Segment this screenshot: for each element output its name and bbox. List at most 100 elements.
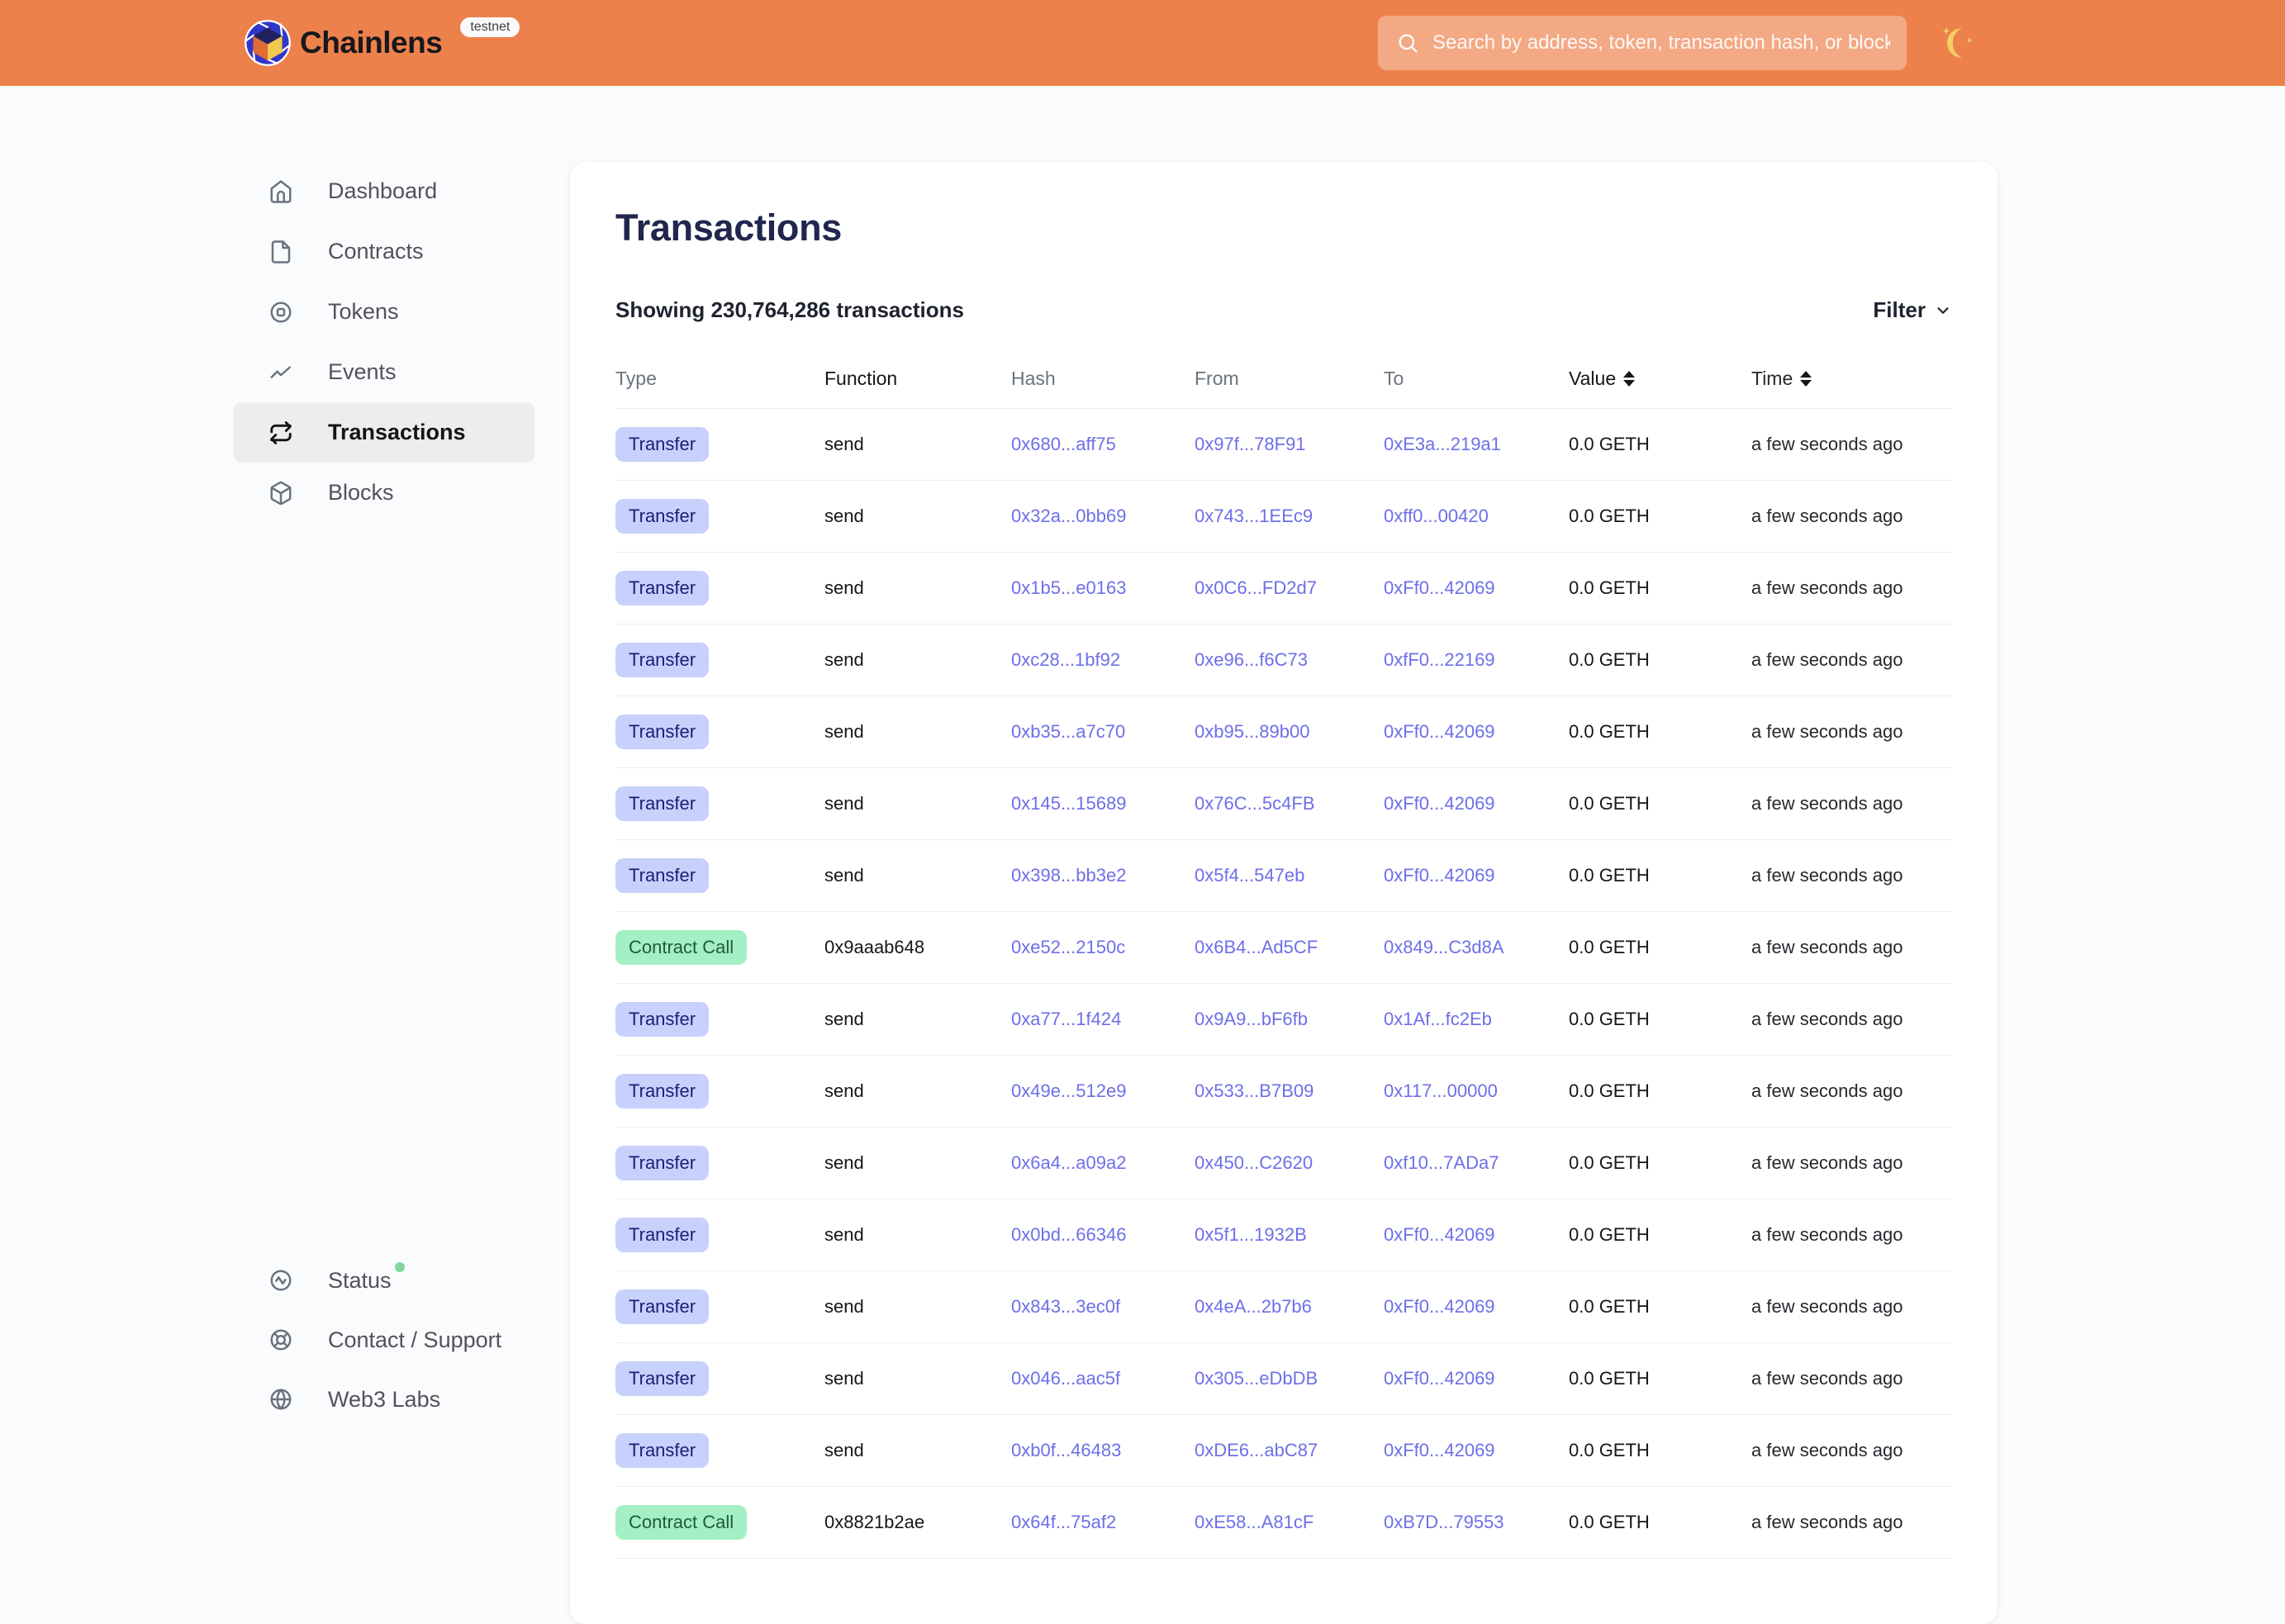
to-address-link[interactable]: 0xB7D...79553 — [1384, 1512, 1504, 1533]
from-address-link[interactable]: 0xDE6...abC87 — [1195, 1440, 1318, 1461]
tx-hash-link[interactable]: 0x398...bb3e2 — [1011, 865, 1126, 886]
tx-hash-link[interactable]: 0xa77...1f424 — [1011, 1009, 1121, 1030]
from-address-link[interactable]: 0x0C6...FD2d7 — [1195, 577, 1317, 599]
sidebar-item-blocks[interactable]: Blocks — [234, 463, 534, 523]
to-address-link[interactable]: 0xE3a...219a1 — [1384, 434, 1501, 455]
search-input[interactable] — [1378, 16, 1907, 70]
tx-hash-link[interactable]: 0x32a...0bb69 — [1011, 506, 1126, 527]
theme-toggle-moon-icon[interactable] — [1940, 25, 1978, 63]
sidebar-item-label: Blocks — [328, 482, 394, 504]
to-address-link[interactable]: 0xfF0...22169 — [1384, 649, 1495, 671]
transaction-row: Transfersend0xa77...1f4240x9A9...bF6fb0x… — [615, 984, 1952, 1056]
tx-hash-link[interactable]: 0x046...aac5f — [1011, 1368, 1120, 1389]
value-label: 0.0 GETH — [1569, 1440, 1751, 1461]
tx-hash-link[interactable]: 0x49e...512e9 — [1011, 1080, 1126, 1102]
function-label: send — [824, 793, 1011, 814]
sidebar-item-dashboard[interactable]: Dashboard — [234, 161, 534, 221]
tx-hash-link[interactable]: 0x680...aff75 — [1011, 434, 1116, 455]
tx-hash-link[interactable]: 0xb0f...46483 — [1011, 1440, 1121, 1461]
transaction-row: Transfersend0x680...aff750x97f...78F910x… — [615, 409, 1952, 481]
sidebar-item-tokens[interactable]: Tokens — [234, 282, 534, 342]
sidebar-item-events[interactable]: Events — [234, 342, 534, 402]
column-header-from: From — [1195, 368, 1384, 390]
to-address-link[interactable]: 0xFf0...42069 — [1384, 1440, 1495, 1461]
time-label: a few seconds ago — [1751, 1512, 1952, 1533]
sort-icon[interactable] — [1623, 371, 1635, 387]
type-badge: Transfer — [615, 427, 709, 462]
to-address-link[interactable]: 0x1Af...fc2Eb — [1384, 1009, 1492, 1030]
sidebar-item-web3-labs[interactable]: Web3 Labs — [234, 1370, 534, 1429]
column-header-time[interactable]: Time — [1751, 368, 1952, 390]
globe-icon — [268, 1387, 293, 1412]
function-label: send — [824, 1368, 1011, 1389]
search-icon — [1396, 31, 1419, 55]
tx-hash-link[interactable]: 0xb35...a7c70 — [1011, 721, 1125, 743]
sidebar-item-label: Events — [328, 361, 397, 383]
function-label: send — [824, 1152, 1011, 1174]
tx-hash-link[interactable]: 0x64f...75af2 — [1011, 1512, 1116, 1533]
type-badge: Contract Call — [615, 1505, 747, 1540]
to-address-link[interactable]: 0xFf0...42069 — [1384, 577, 1495, 599]
from-address-link[interactable]: 0x305...eDbDB — [1195, 1368, 1318, 1389]
chainlens-logo[interactable]: Chainlens testnet — [244, 0, 520, 86]
to-address-link[interactable]: 0xff0...00420 — [1384, 506, 1489, 527]
from-address-link[interactable]: 0xb95...89b00 — [1195, 721, 1309, 743]
time-label: a few seconds ago — [1751, 1368, 1952, 1389]
from-address-link[interactable]: 0x9A9...bF6fb — [1195, 1009, 1308, 1030]
sidebar-item-status[interactable]: Status — [234, 1251, 534, 1310]
cube-icon — [268, 481, 293, 506]
tx-hash-link[interactable]: 0xc28...1bf92 — [1011, 649, 1120, 671]
tx-hash-link[interactable]: 0x145...15689 — [1011, 793, 1126, 814]
time-label: a few seconds ago — [1751, 793, 1952, 814]
to-address-link[interactable]: 0xFf0...42069 — [1384, 793, 1495, 814]
from-address-link[interactable]: 0x450...C2620 — [1195, 1152, 1313, 1174]
sidebar-item-contact-support[interactable]: Contact / Support — [234, 1310, 534, 1370]
from-address-link[interactable]: 0x743...1EEc9 — [1195, 506, 1313, 527]
status-online-dot — [395, 1262, 405, 1272]
from-address-link[interactable]: 0x76C...5c4FB — [1195, 793, 1315, 814]
from-address-link[interactable]: 0x5f4...547eb — [1195, 865, 1304, 886]
transaction-row: Transfersend0x046...aac5f0x305...eDbDB0x… — [615, 1343, 1952, 1415]
to-address-link[interactable]: 0xFf0...42069 — [1384, 865, 1495, 886]
to-address-link[interactable]: 0xf10...7ADa7 — [1384, 1152, 1499, 1174]
to-address-link[interactable]: 0xFf0...42069 — [1384, 1368, 1495, 1389]
to-address-link[interactable]: 0x849...C3d8A — [1384, 937, 1504, 958]
from-address-link[interactable]: 0x533...B7B09 — [1195, 1080, 1314, 1102]
value-label: 0.0 GETH — [1569, 1009, 1751, 1030]
tx-hash-link[interactable]: 0x1b5...e0163 — [1011, 577, 1126, 599]
filter-button[interactable]: Filter — [1873, 297, 1952, 323]
tx-hash-link[interactable]: 0x6a4...a09a2 — [1011, 1152, 1126, 1174]
sidebar-item-transactions[interactable]: Transactions — [234, 402, 534, 463]
to-address-link[interactable]: 0xFf0...42069 — [1384, 1224, 1495, 1246]
from-address-link[interactable]: 0x5f1...1932B — [1195, 1224, 1307, 1246]
page-title: Transactions — [615, 207, 1952, 249]
top-navbar: Chainlens testnet — [0, 0, 2285, 86]
repeat-icon — [268, 420, 293, 445]
value-label: 0.0 GETH — [1569, 1080, 1751, 1102]
from-address-link[interactable]: 0xe96...f6C73 — [1195, 649, 1308, 671]
to-address-link[interactable]: 0xFf0...42069 — [1384, 721, 1495, 743]
tx-hash-link[interactable]: 0xe52...2150c — [1011, 937, 1125, 958]
value-label: 0.0 GETH — [1569, 649, 1751, 671]
from-address-link[interactable]: 0x6B4...Ad5CF — [1195, 937, 1318, 958]
to-address-link[interactable]: 0x117...00000 — [1384, 1080, 1498, 1102]
function-label: send — [824, 1009, 1011, 1030]
from-address-link[interactable]: 0x4eA...2b7b6 — [1195, 1296, 1312, 1318]
transaction-row: Transfersend0x49e...512e90x533...B7B090x… — [615, 1056, 1952, 1128]
function-label: send — [824, 1296, 1011, 1318]
function-label: send — [824, 577, 1011, 599]
network-badge: testnet — [460, 17, 520, 37]
sidebar-footer: Status Contact / Support Web3 Labs — [234, 1251, 534, 1429]
function-label: 0x9aaab648 — [824, 937, 1011, 958]
function-label: send — [824, 865, 1011, 886]
sort-icon[interactable] — [1800, 371, 1812, 387]
from-address-link[interactable]: 0x97f...78F91 — [1195, 434, 1306, 455]
time-label: a few seconds ago — [1751, 506, 1952, 527]
from-address-link[interactable]: 0xE58...A81cF — [1195, 1512, 1314, 1533]
tx-hash-link[interactable]: 0x0bd...66346 — [1011, 1224, 1126, 1246]
tx-hash-link[interactable]: 0x843...3ec0f — [1011, 1296, 1120, 1318]
sidebar-item-contracts[interactable]: Contracts — [234, 221, 534, 282]
type-badge: Contract Call — [615, 930, 747, 965]
to-address-link[interactable]: 0xFf0...42069 — [1384, 1296, 1495, 1318]
column-header-value[interactable]: Value — [1569, 368, 1751, 390]
